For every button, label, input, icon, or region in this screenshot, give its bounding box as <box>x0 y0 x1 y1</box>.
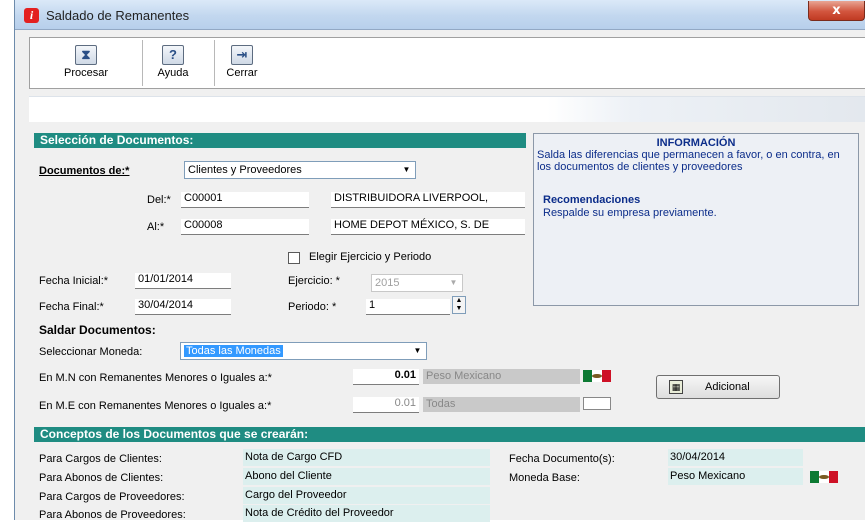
info-title: INFORMACIÓN <box>656 137 736 149</box>
periodo-field[interactable]: 1 <box>366 299 450 315</box>
al-name-field: HOME DEPOT MÉXICO, S. DE <box>331 219 525 235</box>
documentos-select[interactable]: Clientes y Proveedores ▼ <box>184 161 416 179</box>
concept-value: Nota de Crédito del Proveedor <box>243 505 490 522</box>
concept-label: Para Abonos de Clientes: <box>39 472 164 484</box>
info-text: Salda las diferencias que permanecen a f… <box>537 149 840 173</box>
del-code-field[interactable]: C00001 <box>181 192 309 208</box>
fecha-documento-value: 30/04/2014 <box>668 449 803 466</box>
concept-value: Nota de Cargo CFD <box>243 449 490 466</box>
concept-label: Para Cargos de Clientes: <box>39 453 162 465</box>
moneda-label: Seleccionar Moneda: <box>39 346 143 358</box>
adicional-button[interactable]: ▦ Adicional <box>656 375 780 399</box>
me-flag-box <box>583 397 611 410</box>
ejercicio-select[interactable]: 2015 ▼ <box>371 274 463 292</box>
ejercicio-value: 2015 <box>375 277 400 289</box>
app-icon: i <box>24 8 39 23</box>
cerrar-button[interactable]: ⇥ Cerrar <box>222 45 262 87</box>
ejercicio-label: Ejercicio: * <box>288 275 340 287</box>
chevron-down-icon[interactable]: ▼ <box>446 276 461 290</box>
hourglass-icon: ⧗ <box>75 45 97 65</box>
moneda-value: Todas las Monedas <box>184 345 283 357</box>
window-title: Saldado de Remanentes <box>46 8 190 23</box>
me-currency-field: Todas <box>423 397 580 412</box>
chevron-down-icon[interactable]: ▼ <box>399 163 414 177</box>
mn-value-field[interactable]: 0.01 <box>353 369 419 385</box>
section-seleccion-header: Selección de Documentos: <box>34 133 526 148</box>
help-icon: ? <box>162 45 184 65</box>
fecha-final-field[interactable]: 30/04/2014 <box>135 299 231 315</box>
mexico-flag-icon <box>810 471 838 483</box>
concept-value: Cargo del Proveedor <box>243 487 490 504</box>
mn-label: En M.N con Remanentes Menores o Iguales … <box>39 372 272 384</box>
header-bar <box>29 96 865 122</box>
me-label: En M.E con Remanentes Menores o Iguales … <box>39 400 272 412</box>
saldar-header: Saldar Documentos: <box>39 323 156 337</box>
recomendaciones-text: Respalde su empresa previamente. <box>543 207 717 219</box>
toolbar-separator <box>142 40 143 86</box>
mexico-flag-icon <box>583 370 611 382</box>
concept-value: Abono del Cliente <box>243 468 490 485</box>
concept-label: Para Cargos de Proveedores: <box>39 491 185 503</box>
del-label: Del:* <box>147 194 171 206</box>
recomendaciones-title: Recomendaciones <box>543 194 641 206</box>
documentos-label: Documentos de:* <box>39 165 130 177</box>
mn-currency-field: Peso Mexicano <box>423 369 580 384</box>
ayuda-button[interactable]: ? Ayuda <box>148 45 198 87</box>
fecha-final-label: Fecha Final:* <box>39 301 104 313</box>
del-name-field: DISTRIBUIDORA LIVERPOOL, <box>331 192 525 208</box>
chevron-down-icon[interactable]: ▼ <box>410 344 425 358</box>
periodo-label: Periodo: * <box>288 301 337 313</box>
concept-label: Para Abonos de Proveedores: <box>39 509 186 521</box>
fecha-documento-label: Fecha Documento(s): <box>509 453 615 465</box>
cerrar-label: Cerrar <box>226 67 258 79</box>
procesar-button[interactable]: ⧗ Procesar <box>56 45 116 87</box>
section-conceptos-header: Conceptos de los Documentos que se crear… <box>34 427 865 442</box>
exit-door-icon: ⇥ <box>231 45 253 65</box>
ayuda-label: Ayuda <box>157 67 189 79</box>
moneda-base-value: Peso Mexicano <box>668 468 803 485</box>
fecha-inicial-label: Fecha Inicial:* <box>39 275 109 287</box>
documentos-value: Clientes y Proveedores <box>188 164 302 176</box>
toolbar-separator <box>214 40 215 86</box>
al-code-field[interactable]: C00008 <box>181 219 309 235</box>
moneda-base-label: Moneda Base: <box>509 472 580 484</box>
al-label: Al:* <box>147 221 165 233</box>
me-value-field[interactable]: 0.01 <box>353 397 419 413</box>
calculator-icon: ▦ <box>669 380 683 394</box>
elegir-label: Elegir Ejercicio y Periodo <box>309 251 432 263</box>
periodo-spinner[interactable]: ▲ ▼ <box>452 296 466 314</box>
procesar-label: Procesar <box>63 67 109 79</box>
close-button[interactable]: x <box>808 1 865 21</box>
elegir-checkbox[interactable] <box>288 252 300 264</box>
fecha-inicial-field[interactable]: 01/01/2014 <box>135 273 231 289</box>
adicional-label: Adicional <box>705 381 750 393</box>
moneda-select[interactable]: Todas las Monedas ▼ <box>180 342 427 360</box>
